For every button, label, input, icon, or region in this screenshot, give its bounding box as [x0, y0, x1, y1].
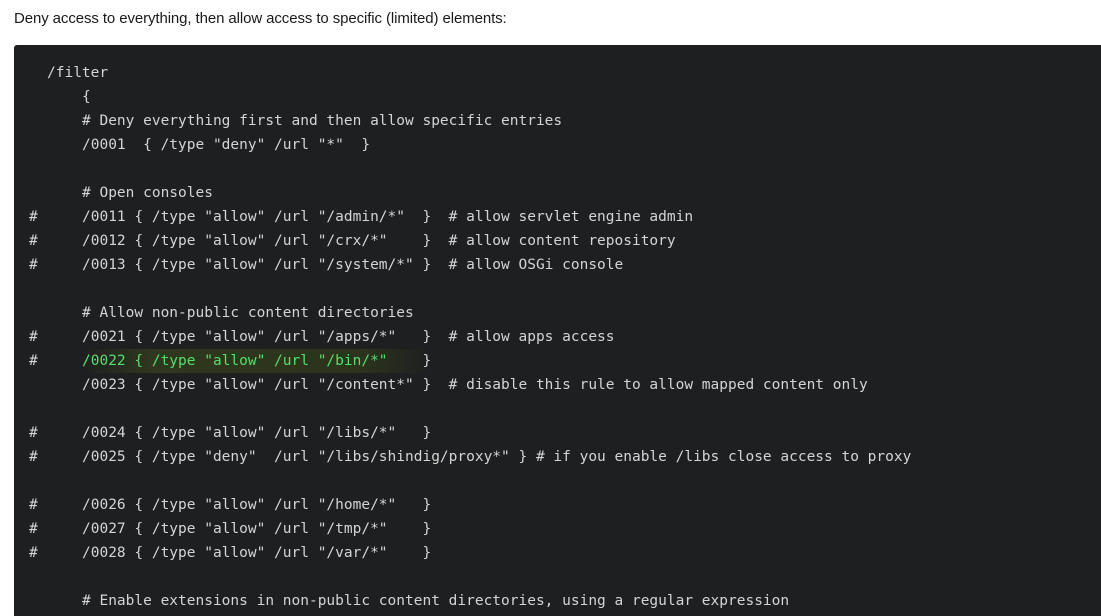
code-text: /0024 { /type "allow" /url "/libs/*" }: [82, 425, 432, 441]
code-line: # /0026 { /type "allow" /url "/home/*" }: [14, 493, 1101, 517]
code-text: # Enable extensions in non-public conten…: [82, 593, 790, 609]
code-line: # Allow non-public content directories: [14, 301, 1101, 325]
comment-marker: #: [29, 497, 38, 513]
code-line: # /0027 { /type "allow" /url "/tmp/*" }: [14, 517, 1101, 541]
comment-marker: #: [29, 353, 38, 369]
code-line: # Deny everything first and then allow s…: [14, 109, 1101, 133]
code-text: /0012 { /type "allow" /url "/crx/*" } # …: [82, 233, 676, 249]
code-line: {: [14, 85, 1101, 109]
code-text: /0023 { /type "allow" /url "/content*" }…: [82, 377, 868, 393]
code-text: # Deny everything first and then allow s…: [82, 113, 563, 129]
code-line: /0001 { /type "deny" /url "*" }: [14, 133, 1101, 157]
code-text: /0026 { /type "allow" /url "/home/*" }: [82, 497, 432, 513]
code-line: /filter: [14, 61, 1101, 85]
code-line: # /0011 { /type "allow" /url "/admin/*" …: [14, 205, 1101, 229]
code-text-tail: }: [387, 353, 432, 369]
comment-marker: #: [29, 257, 38, 273]
comment-marker: #: [29, 425, 38, 441]
code-line: # Open consoles: [14, 181, 1101, 205]
code-line-highlighted: # /0022 { /type "allow" /url "/bin/*" }: [14, 349, 1101, 373]
comment-marker: #: [29, 521, 38, 537]
comment-marker: #: [29, 329, 38, 345]
code-line: # /0028 { /type "allow" /url "/var/*" }: [14, 541, 1101, 565]
comment-marker: #: [29, 233, 38, 249]
code-line: /0023 { /type "allow" /url "/content*" }…: [14, 373, 1101, 397]
code-text: /0001 { /type "deny" /url "*" }: [82, 137, 371, 153]
code-line: # /0025 { /type "deny" /url "/libs/shind…: [14, 445, 1101, 469]
code-text: /0025 { /type "deny" /url "/libs/shindig…: [82, 449, 912, 465]
highlighted-selection: /0022 { /type "allow" /url "/bin/*": [82, 353, 388, 369]
code-text: /0028 { /type "allow" /url "/var/*" }: [82, 545, 432, 561]
code-text: {: [82, 89, 91, 105]
code-block[interactable]: /filter { # Deny everything first and th…: [14, 45, 1101, 616]
code-text: /0011 { /type "allow" /url "/admin/*" } …: [82, 209, 694, 225]
comment-marker: #: [29, 209, 38, 225]
code-text: /0013 { /type "allow" /url "/system/*" }…: [82, 257, 624, 273]
code-text: # Open consoles: [82, 185, 213, 201]
code-text: /0027 { /type "allow" /url "/tmp/*" }: [82, 521, 432, 537]
code-line: # /0012 { /type "allow" /url "/crx/*" } …: [14, 229, 1101, 253]
code-line: # /0013 { /type "allow" /url "/system/*"…: [14, 253, 1101, 277]
code-text: # Allow non-public content directories: [82, 305, 414, 321]
code-line: # Enable extensions in non-public conten…: [14, 589, 1101, 613]
code-line: # /0021 { /type "allow" /url "/apps/*" }…: [14, 325, 1101, 349]
code-text: /filter: [47, 65, 109, 81]
highlighted-code-text: /0022 { /type "allow" /url "/bin/*" }: [82, 349, 432, 373]
code-line: # /0024 { /type "allow" /url "/libs/*" }: [14, 421, 1101, 445]
comment-marker: #: [29, 449, 38, 465]
intro-text: Deny access to everything, then allow ac…: [14, 10, 507, 27]
comment-marker: #: [29, 545, 38, 561]
code-text: /0021 { /type "allow" /url "/apps/*" } #…: [82, 329, 615, 345]
